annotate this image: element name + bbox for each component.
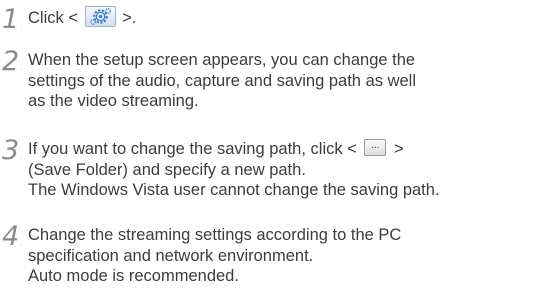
step-2-text: When the setup screen appears, you can c… — [28, 50, 533, 112]
step-3-line-3: The Windows Vista user cannot change the… — [28, 181, 440, 199]
setup-gear-icon — [89, 8, 111, 26]
step-2-line-1: When the setup screen appears, you can c… — [28, 51, 416, 69]
step-number-4: 4. — [2, 221, 23, 252]
step-4-text: Change the streaming settings according … — [28, 225, 533, 287]
step-1-text-before: Click < — [28, 9, 78, 27]
step-3-text-before: If you want to change the saving path, c… — [28, 140, 357, 158]
step-2-line-2: settings of the audio, capture and savin… — [28, 71, 416, 90]
step-3-text-after: > — [394, 140, 404, 158]
step-number-3: 3. — [2, 135, 23, 166]
step-number-1: 1. — [2, 4, 23, 35]
step-4-line-2: specification and network environment. — [28, 246, 314, 265]
browse-button[interactable]: ... — [364, 139, 387, 157]
step-1-text-after: >. — [122, 9, 137, 27]
step-4-line-1: Change the streaming settings according … — [28, 226, 402, 244]
step-2-line-3: as the video streaming. — [28, 92, 199, 110]
setup-button[interactable] — [84, 6, 116, 28]
step-3-text: If you want to change the saving path, c… — [28, 139, 533, 201]
step-number-2: 2. — [2, 46, 23, 77]
step-4-line-3: Auto mode is recommended. — [28, 267, 239, 285]
ellipsis-icon: ... — [371, 140, 380, 152]
step-1-text: Click < >. — [28, 6, 533, 29]
step-3-line-2: (Save Folder) and specify a new path. — [28, 160, 306, 179]
